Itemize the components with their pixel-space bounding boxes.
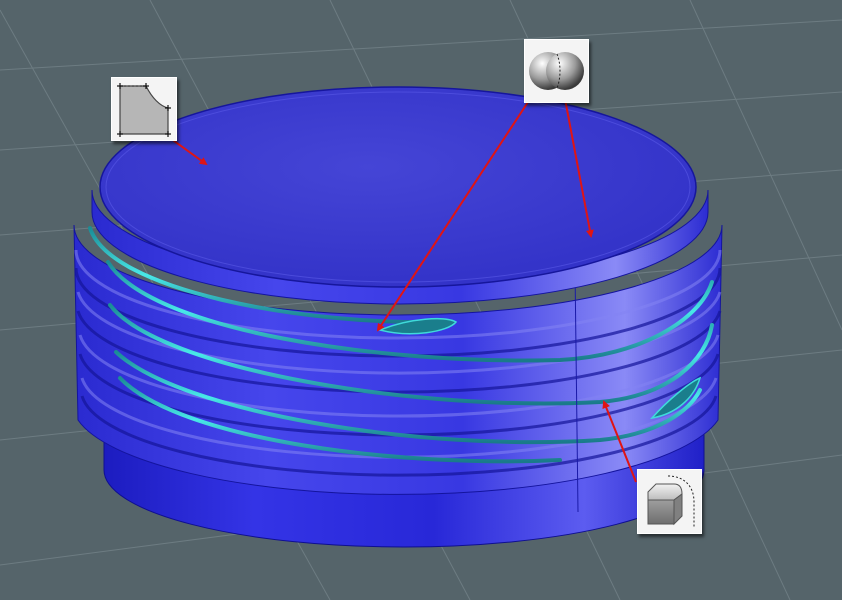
fillet-surface-icon[interactable] bbox=[111, 77, 177, 141]
sphere-blend-icon[interactable] bbox=[524, 39, 589, 103]
edge-fillet-icon[interactable] bbox=[637, 469, 702, 534]
top-face[interactable] bbox=[99, 86, 697, 288]
threaded-cap-model[interactable] bbox=[73, 86, 723, 548]
